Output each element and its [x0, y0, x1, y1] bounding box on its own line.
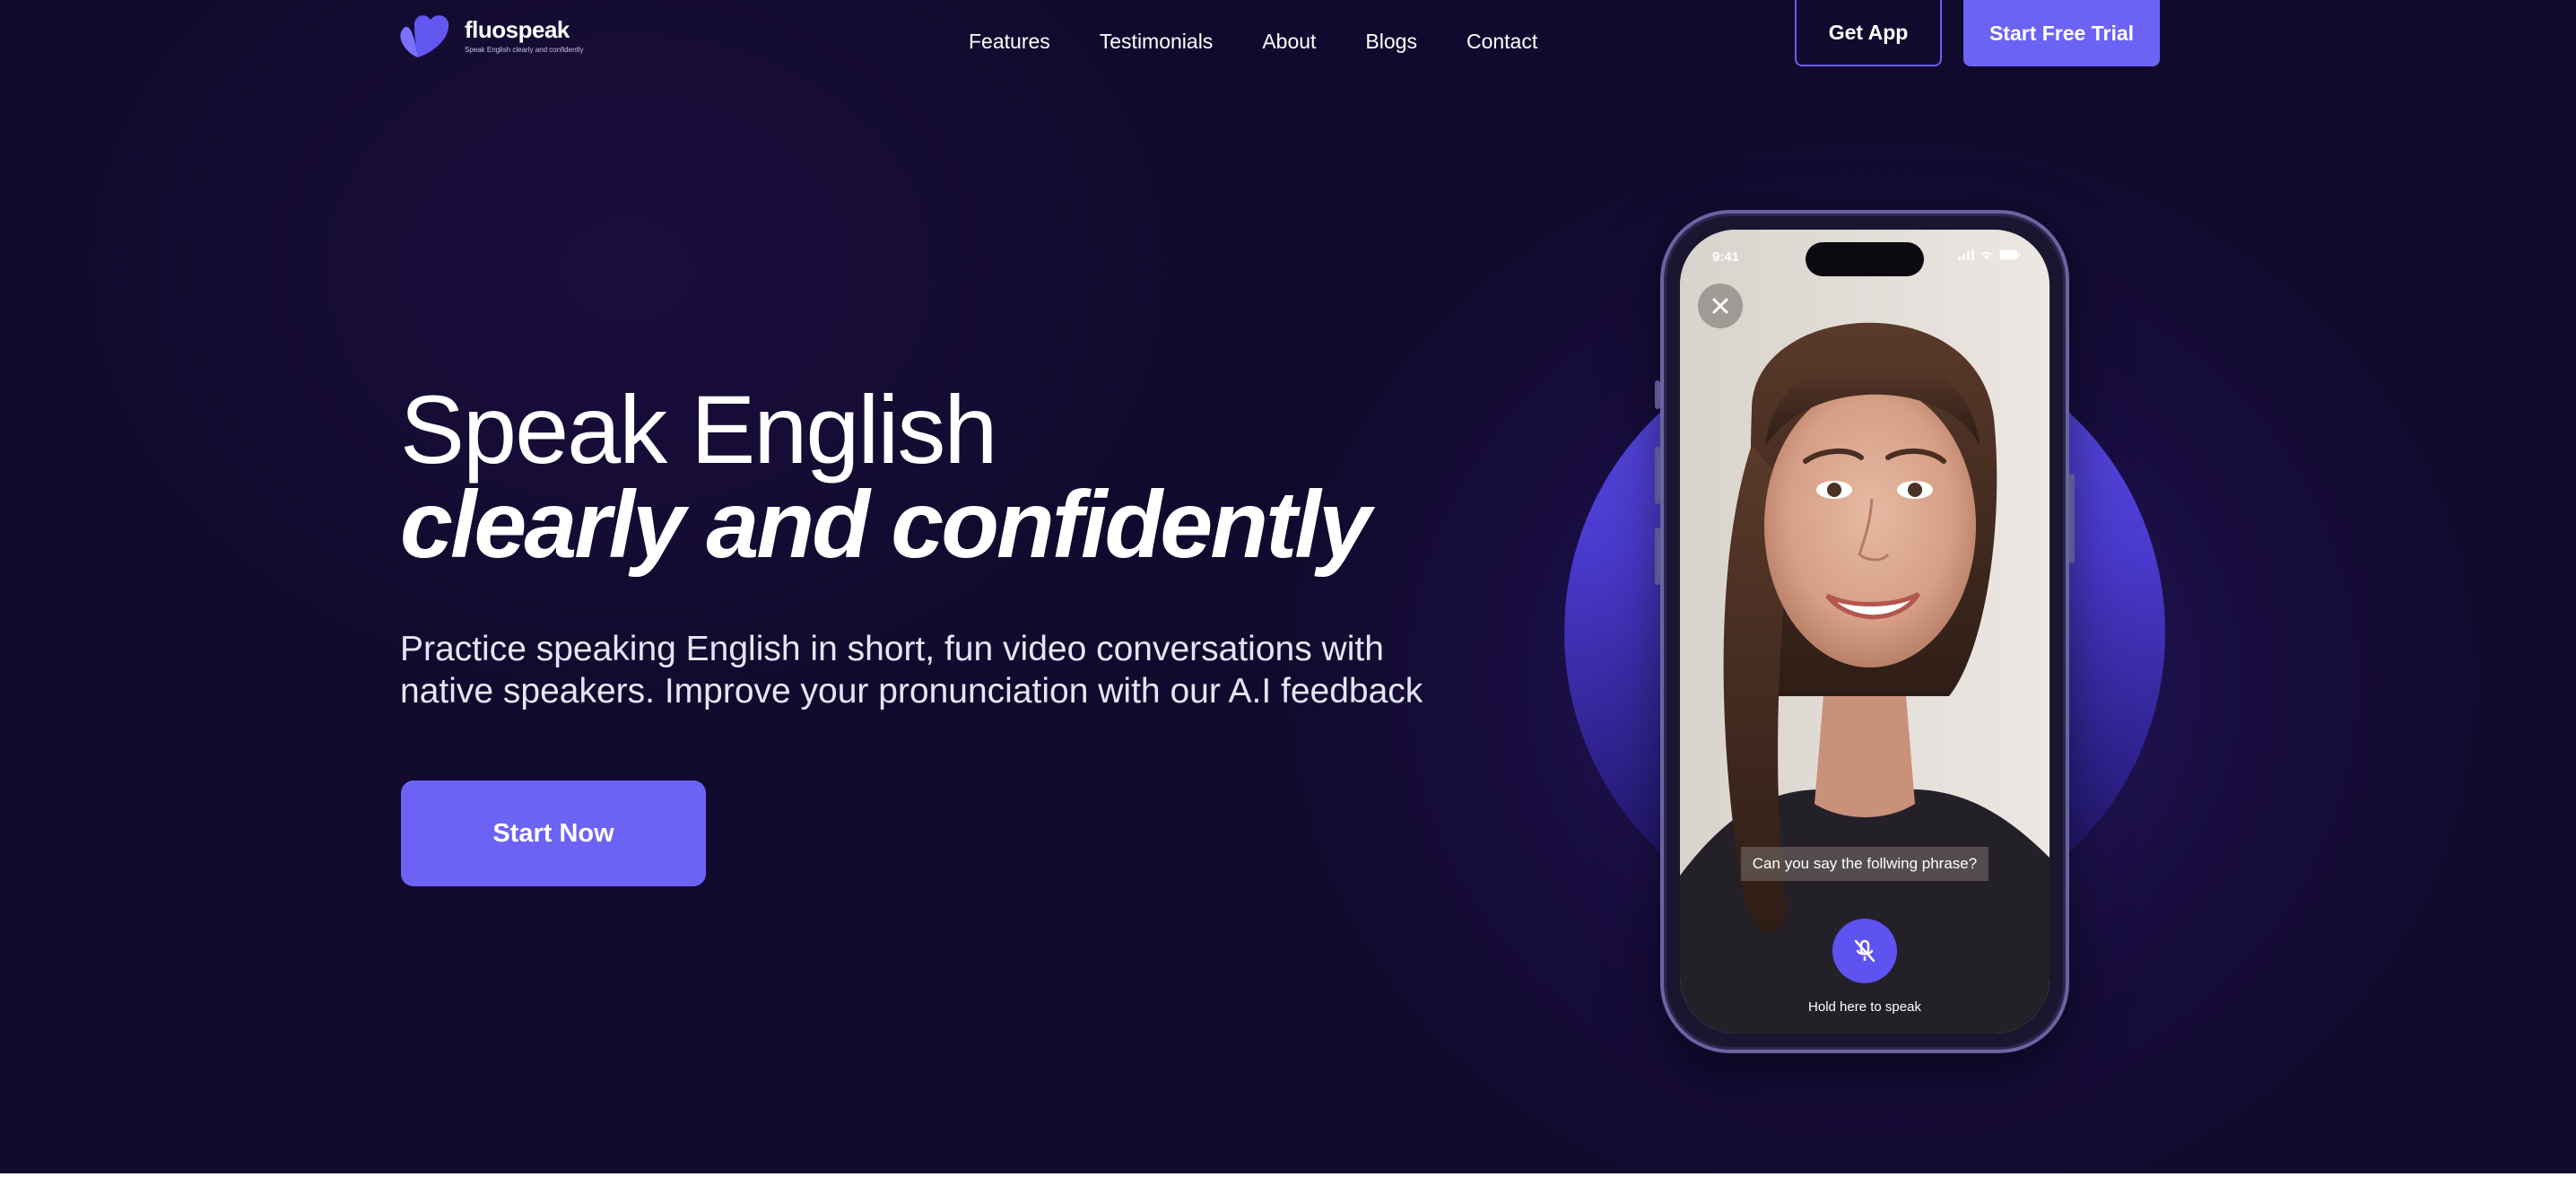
prompt-caption: Can you say the follwing phrase? — [1741, 847, 1989, 881]
main-nav: Features Testimonials About Blogs Contac… — [969, 27, 1587, 56]
phone-side-button — [1655, 380, 1660, 409]
hold-to-speak-button[interactable] — [1832, 919, 1897, 983]
microphone-off-icon — [1854, 939, 1875, 963]
start-free-trial-button[interactable]: Start Free Trial — [1963, 0, 2160, 66]
brand-tagline: Speak English clearly and confidently — [465, 46, 584, 54]
hero-subtext: Practice speaking English in short, fun … — [400, 630, 1423, 711]
page-bottom-edge — [0, 1173, 2576, 1177]
logo[interactable]: fluospeak Speak English clearly and conf… — [395, 11, 584, 61]
hero-section: fluospeak Speak English clearly and conf… — [0, 0, 2576, 1173]
nav-contact[interactable]: Contact — [1466, 27, 1537, 56]
get-app-button[interactable]: Get App — [1795, 0, 1942, 66]
wifi-icon — [1981, 251, 1992, 259]
battery-icon — [1999, 249, 2021, 260]
nav-about[interactable]: About — [1262, 27, 1316, 56]
heart-logo-icon — [400, 15, 449, 57]
phone-side-button — [2069, 474, 2075, 563]
hold-to-speak-label: Hold here to speak — [1808, 999, 1921, 1015]
nav-testimonials[interactable]: Testimonials — [1100, 27, 1214, 56]
nav-blogs[interactable]: Blogs — [1365, 27, 1417, 56]
nav-features[interactable]: Features — [969, 27, 1050, 56]
close-call-button[interactable] — [1698, 283, 1743, 328]
video-call-portrait — [1680, 230, 2049, 1033]
signal-icon — [1958, 249, 1974, 260]
brand-name: fluospeak — [465, 16, 570, 43]
phone-side-button — [1655, 447, 1660, 504]
close-icon — [1712, 298, 1728, 314]
status-icons — [1958, 249, 2021, 260]
dynamic-island — [1806, 242, 1924, 276]
status-time: 9:41 — [1712, 249, 1740, 265]
phone-side-button — [1655, 527, 1660, 585]
start-now-button[interactable]: Start Now — [401, 780, 706, 886]
phone-mockup: 9:41 Can you say the follwing phrase? Ho… — [1655, 210, 2075, 1053]
phone-screen: 9:41 Can you say the follwing phrase? Ho… — [1680, 230, 2049, 1033]
headline-line-2: clearly and confidently — [400, 472, 1371, 578]
headline-line-1: Speak English — [400, 375, 997, 484]
